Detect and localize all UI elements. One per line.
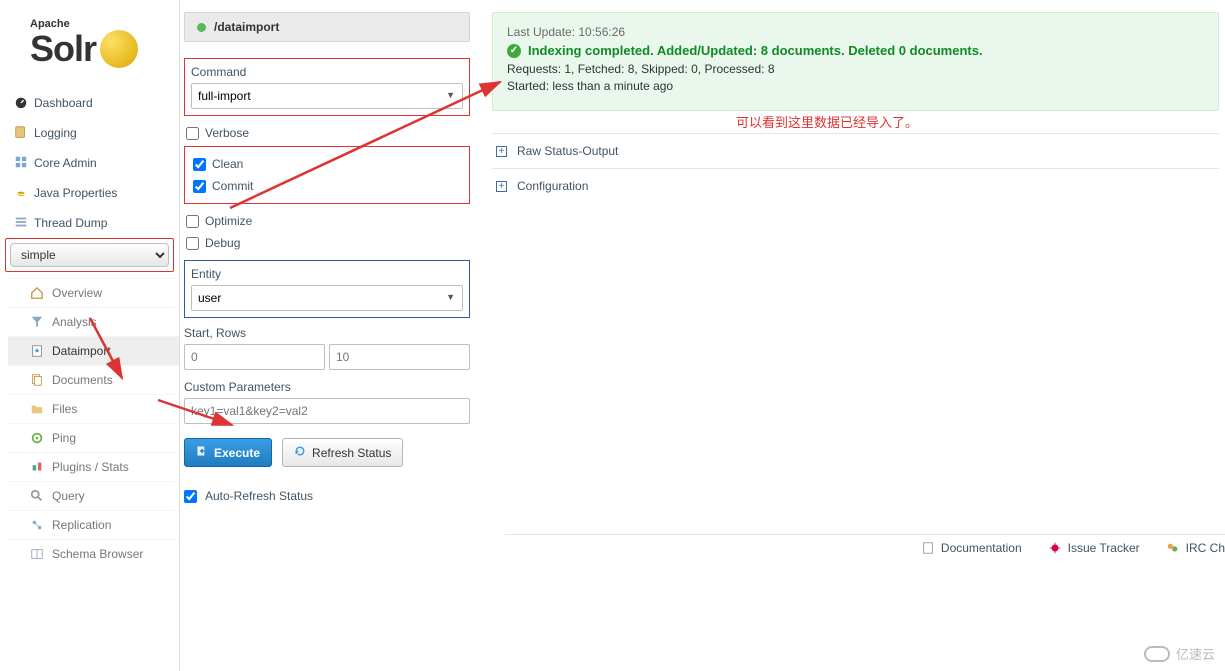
main: /dataimport Command full-import Verbose … bbox=[180, 0, 1225, 671]
command-group: Command full-import bbox=[184, 58, 470, 116]
documents-icon bbox=[30, 373, 44, 387]
startrows-label: Start, Rows bbox=[184, 326, 470, 340]
log-icon bbox=[14, 125, 28, 139]
clean-checkbox[interactable] bbox=[193, 158, 206, 171]
refresh-icon bbox=[294, 445, 306, 460]
nav-thread-dump[interactable]: Thread Dump bbox=[0, 208, 179, 238]
nav-core-admin[interactable]: Core Admin bbox=[0, 148, 179, 178]
subnav-analysis[interactable]: Analysis bbox=[8, 307, 179, 336]
execute-button[interactable]: Execute bbox=[184, 438, 272, 467]
entity-label: Entity bbox=[191, 267, 463, 281]
cloud-icon bbox=[1144, 646, 1170, 662]
logo-solr: Solr bbox=[30, 30, 169, 68]
status-dot-icon bbox=[197, 23, 206, 32]
ping-icon bbox=[30, 431, 44, 445]
subnav-query[interactable]: Query bbox=[8, 481, 179, 510]
commit-label: Commit bbox=[212, 179, 253, 193]
verbose-label: Verbose bbox=[205, 126, 249, 140]
irc-link[interactable]: IRC Ch bbox=[1166, 541, 1225, 555]
sidebar: Apache Solr Dashboard Logging Core Admin… bbox=[0, 0, 180, 671]
commit-checkbox[interactable] bbox=[193, 180, 206, 193]
form-column: /dataimport Command full-import Verbose … bbox=[180, 12, 470, 671]
subnav-files[interactable]: Files bbox=[8, 394, 179, 423]
start-input[interactable] bbox=[184, 344, 325, 370]
status-started: Started: less than a minute ago bbox=[507, 79, 1204, 93]
home-icon bbox=[30, 286, 44, 300]
core-selector[interactable]: simple bbox=[10, 243, 169, 267]
import-icon bbox=[30, 344, 44, 358]
nav-java-properties[interactable]: Java Properties bbox=[0, 178, 179, 208]
watermark: 亿速云 bbox=[1144, 644, 1215, 663]
configuration-expander[interactable]: + Configuration bbox=[492, 168, 1219, 203]
expand-icon: + bbox=[496, 146, 507, 157]
raw-status-expander[interactable]: + Raw Status-Output bbox=[492, 133, 1219, 168]
auto-refresh-label: Auto-Refresh Status bbox=[205, 489, 313, 503]
verbose-checkbox[interactable] bbox=[186, 127, 199, 140]
replication-icon bbox=[30, 518, 44, 532]
plugin-icon bbox=[30, 460, 44, 474]
page-header: /dataimport bbox=[184, 12, 470, 42]
subnav-overview[interactable]: Overview bbox=[8, 278, 179, 307]
nav-logging[interactable]: Logging bbox=[0, 118, 179, 148]
subnav-ping[interactable]: Ping bbox=[8, 423, 179, 452]
funnel-icon bbox=[30, 315, 44, 329]
threads-icon bbox=[14, 215, 28, 229]
rows-input[interactable] bbox=[329, 344, 470, 370]
annotation-note: 可以看到这里数据已经导入了。 bbox=[736, 112, 918, 131]
subnav-schema-browser[interactable]: Schema Browser bbox=[8, 539, 179, 568]
core-selector-wrap: simple bbox=[5, 238, 174, 272]
debug-label: Debug bbox=[205, 236, 240, 250]
entity-select[interactable]: user bbox=[191, 285, 463, 311]
status-column: Last Update: 10:56:26 ✓ Indexing complet… bbox=[492, 12, 1225, 671]
optimize-checkbox[interactable] bbox=[186, 215, 199, 228]
footer-links: Documentation Issue Tracker IRC Ch bbox=[505, 534, 1225, 561]
refresh-status-button[interactable]: Refresh Status bbox=[282, 438, 403, 467]
success-icon: ✓ bbox=[507, 44, 521, 58]
status-requests: Requests: 1, Fetched: 8, Skipped: 0, Pro… bbox=[507, 62, 1204, 76]
page-title: /dataimport bbox=[214, 20, 279, 34]
command-label: Command bbox=[191, 65, 463, 79]
status-box: Last Update: 10:56:26 ✓ Indexing complet… bbox=[492, 12, 1219, 111]
folder-icon bbox=[30, 402, 44, 416]
last-update: Last Update: 10:56:26 bbox=[507, 25, 1204, 39]
expand-icon: + bbox=[496, 181, 507, 192]
command-select[interactable]: full-import bbox=[191, 83, 463, 109]
auto-refresh-checkbox[interactable] bbox=[184, 490, 197, 503]
status-headline: ✓ Indexing completed. Added/Updated: 8 d… bbox=[507, 43, 1204, 58]
debug-checkbox[interactable] bbox=[186, 237, 199, 250]
book-icon bbox=[30, 547, 44, 561]
optimize-label: Optimize bbox=[205, 214, 252, 228]
clean-label: Clean bbox=[212, 157, 243, 171]
custom-params-input[interactable] bbox=[184, 398, 470, 424]
subnav-replication[interactable]: Replication bbox=[8, 510, 179, 539]
gauge-icon bbox=[14, 95, 28, 109]
execute-icon bbox=[196, 445, 208, 460]
custom-params-label: Custom Parameters bbox=[184, 380, 470, 394]
nav-dashboard[interactable]: Dashboard bbox=[0, 88, 179, 118]
clean-commit-group: Clean Commit bbox=[184, 146, 470, 204]
issue-tracker-link[interactable]: Issue Tracker bbox=[1048, 541, 1140, 555]
documentation-link[interactable]: Documentation bbox=[921, 541, 1022, 555]
subnav-documents[interactable]: Documents bbox=[8, 365, 179, 394]
java-icon bbox=[14, 185, 28, 199]
subnav-dataimport[interactable]: Dataimport bbox=[8, 336, 179, 365]
subnav-plugins[interactable]: Plugins / Stats bbox=[8, 452, 179, 481]
cores-icon bbox=[14, 155, 28, 169]
logo: Apache Solr bbox=[0, 18, 179, 88]
search-icon bbox=[30, 489, 44, 503]
entity-group: Entity user bbox=[184, 260, 470, 318]
sun-icon bbox=[100, 30, 138, 68]
